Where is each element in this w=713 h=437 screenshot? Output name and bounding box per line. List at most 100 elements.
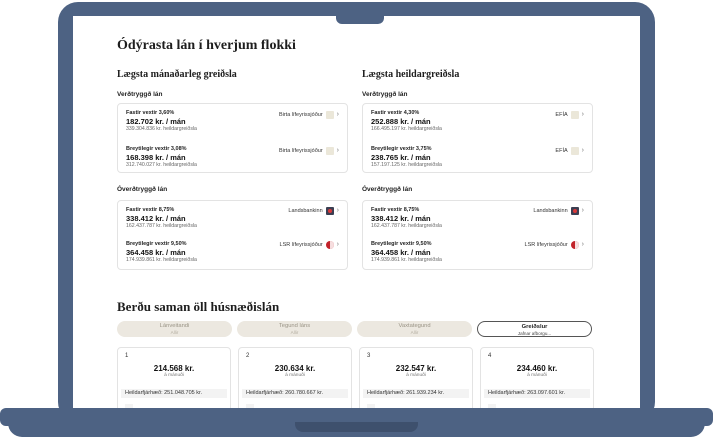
chevron-right-icon[interactable]: › [337,147,339,155]
offer-total: 162.437.787 kr. heildargreiðsla [371,223,442,229]
filter-lender[interactable]: Lánveitandi Allir [117,321,232,337]
filter-payments[interactable]: Greiðslur Jafnar afborgu... [477,321,592,337]
lsr-logo-icon [570,241,579,249]
monthly-indexed-title: Verðtryggð lán [117,91,163,98]
result-card[interactable]: 2 230.634 kr. á mánuði Heildarfjárhæð: 2… [238,347,352,408]
result-total: Heildarfjárhæð: 251.048.705 kr. [121,389,227,398]
beige-square-logo-icon [325,111,334,119]
result-amount: 214.568 kr. [153,364,195,373]
filter-value: Allir [410,329,419,335]
total-indexed-card: Fastir vextir 4,30% 252.888 kr. / mán 16… [362,103,593,173]
laptop-trackpad-notch [295,422,418,432]
total-nonindexed-title: Óverðtryggð lán [362,186,413,193]
offer-total: 162.437.787 kr. heildargreiðsla [126,223,197,229]
filter-value: Allir [290,329,299,335]
lender-name: EFÍA [555,148,568,154]
result-placeholder [488,404,496,408]
offer-rate: Fastir vextir 8,75% [371,207,420,213]
filter-label: Tegund láns [278,322,311,329]
offer-item[interactable]: Fastir vextir 8,75% 338.412 kr. / mán 16… [126,207,197,230]
result-amount: 234.460 kr. [516,364,558,373]
result-placeholder [367,404,375,408]
total-indexed-title: Verðtryggð lán [362,91,408,98]
result-index: 1 [125,353,129,359]
offer-item[interactable]: Breytilegir vextir 9,50% 364.458 kr. / m… [371,241,442,264]
filter-label: Lánveitandi [159,322,190,329]
offer-lender[interactable]: Landsbankinn › [533,207,584,215]
offer-monthly: 338.412 kr. / mán [371,214,431,223]
lender-name: Birta lífeyrissjóður [278,112,323,118]
offer-lender[interactable]: LSR lífeyrissjóður › [280,241,339,249]
offer-item[interactable]: Breytilegir vextir 3,75% 238.765 kr. / m… [371,146,442,169]
offer-item[interactable]: Fastir vextir 8,75% 338.412 kr. / mán 16… [371,207,442,230]
chevron-right-icon[interactable]: › [337,207,339,215]
offer-rate: Fastir vextir 4,30% [371,110,420,116]
offer-total: 339.304.836 kr. heildargreiðsla [126,126,197,132]
chevron-right-icon[interactable]: › [582,111,584,119]
filter-rate-type[interactable]: Vaxtategund Allir [357,321,472,337]
lender-name: Landsbankinn [533,208,568,214]
filter-label: Vaxtategund [398,322,431,329]
result-index: 2 [246,353,250,359]
offer-lender[interactable]: EFÍA › [555,147,584,155]
chevron-right-icon[interactable]: › [582,241,584,249]
offer-total: 157.197.125 kr. heildargreiðsla [371,162,442,168]
offer-lender[interactable]: Birta lífeyrissjóður › [279,147,339,155]
offer-lender[interactable]: Birta lífeyrissjóður › [279,111,339,119]
result-placeholder [125,404,133,408]
result-amount: 232.547 kr. [395,364,437,373]
total-section-title: Lægsta heildargreiðsla [362,69,460,80]
offer-monthly: 168.398 kr. / mán [126,153,186,162]
chevron-right-icon[interactable]: › [337,111,339,119]
offer-item[interactable]: Fastir vextir 3,60% 182.702 kr. / mán 33… [126,110,197,133]
result-card[interactable]: 4 234.460 kr. á mánuði Heildarfjárhæð: 2… [480,347,594,408]
lender-name: Landsbankinn [288,208,323,214]
compare-title: Berðu saman öll húsnæðislán [117,299,280,314]
filter-value: Jafnar afborgu... [517,330,552,336]
landsbankinn-logo-icon [570,207,579,215]
result-card[interactable]: 1 214.568 kr. á mánuði Heildarfjárhæð: 2… [117,347,231,408]
offer-rate: Breytilegir vextir 9,50% [126,241,187,247]
offer-item[interactable]: Breytilegir vextir 9,50% 364.458 kr. / m… [126,241,197,264]
result-sub: á mánuði [164,373,184,378]
offer-monthly: 364.458 kr. / mán [126,248,186,257]
offer-monthly: 252.888 kr. / mán [371,117,431,126]
offer-item[interactable]: Breytilegir vextir 3,08% 168.398 kr. / m… [126,146,197,169]
offer-total: 174.939.861 kr. heildargreiðsla [126,257,197,263]
page-title: Ódýrasta lán í hverjum flokki [117,38,296,53]
monthly-indexed-card: Fastir vextir 3,60% 182.702 kr. / mán 33… [117,103,348,173]
offer-rate: Breytilegir vextir 9,50% [371,241,432,247]
filter-loan-type[interactable]: Tegund láns Allir [237,321,352,337]
offer-lender[interactable]: EFÍA › [555,111,584,119]
offer-monthly: 364.458 kr. / mán [371,248,431,257]
lender-name: EFÍA [555,112,568,118]
lender-name: LSR lífeyrissjóður [279,242,323,248]
offer-lender[interactable]: Landsbankinn › [288,207,339,215]
landsbankinn-logo-icon [325,207,334,215]
lender-name: Birta lífeyrissjóður [278,148,323,154]
result-total: Heildarfjárhæð: 260.780.667 kr. [242,389,348,398]
chevron-right-icon[interactable]: › [337,241,339,249]
offer-monthly: 182.702 kr. / mán [126,117,186,126]
total-nonindexed-card: Fastir vextir 8,75% 338.412 kr. / mán 16… [362,200,593,270]
result-sub: á mánuði [285,373,305,378]
monthly-section-title: Lægsta mánaðarleg greiðsla [117,69,237,80]
offer-rate: Fastir vextir 8,75% [126,207,175,213]
offer-total: 312.740.027 kr. heildargreiðsla [126,162,197,168]
chevron-right-icon[interactable]: › [582,207,584,215]
filter-value: Allir [170,329,179,335]
beige-square-logo-icon [570,111,579,119]
beige-square-logo-icon [325,147,334,155]
offer-rate: Fastir vextir 3,60% [126,110,175,116]
offer-item[interactable]: Fastir vextir 4,30% 252.888 kr. / mán 16… [371,110,442,133]
offer-monthly: 338.412 kr. / mán [126,214,186,223]
offer-lender[interactable]: LSR lífeyrissjóður › [525,241,584,249]
result-total: Heildarfjárhæð: 263.097.601 kr. [484,389,590,398]
laptop-screen: Ódýrasta lán í hverjum flokki Lægsta mán… [73,16,640,408]
offer-total: 166.495.197 kr. heildargreiðsla [371,126,442,132]
result-card[interactable]: 3 232.547 kr. á mánuði Heildarfjárhæð: 2… [359,347,473,408]
offer-rate: Breytilegir vextir 3,75% [371,146,432,152]
result-sub: á mánuði [527,373,547,378]
chevron-right-icon[interactable]: › [582,147,584,155]
offer-monthly: 238.765 kr. / mán [371,153,431,162]
